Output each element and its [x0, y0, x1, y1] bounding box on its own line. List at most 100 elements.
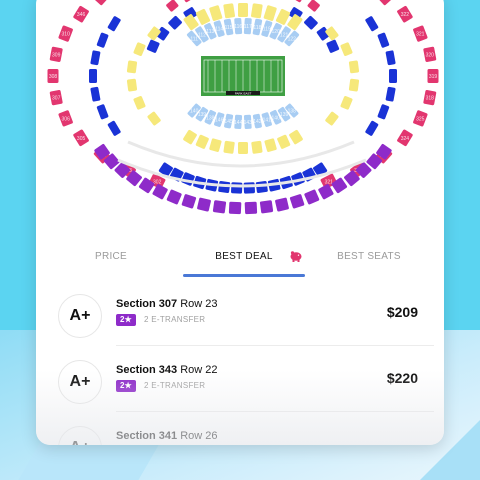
seat-section[interactable] [264, 138, 277, 152]
listing-row[interactable]: A+ Section 307 Row 23 2★ 2 E-TRANSFER $2… [54, 286, 436, 350]
seat-section[interactable] [385, 86, 396, 102]
divider [116, 345, 434, 346]
seat-section[interactable] [365, 120, 379, 136]
section-number: 320 [426, 52, 435, 58]
seat-section[interactable] [275, 197, 289, 212]
seat-section[interactable] [377, 32, 390, 48]
section-number: 141 [263, 118, 272, 124]
seat-section[interactable] [197, 197, 211, 212]
seat-section[interactable] [389, 69, 397, 83]
section-number: 305 [77, 136, 86, 142]
stadium-map[interactable]: 3023033043053063073083093103463483023033… [36, 0, 444, 230]
section-number: 139 [280, 112, 289, 118]
seat-grade: A+ [58, 360, 102, 404]
seat-section[interactable] [303, 15, 318, 30]
seat-section[interactable] [133, 42, 146, 57]
seat-section[interactable] [277, 134, 291, 149]
section-label: Section 307 [116, 298, 178, 310]
app-card: 3023033043053063073083093103463483023033… [36, 0, 444, 445]
seat-section[interactable] [259, 200, 274, 214]
seat-section[interactable] [133, 95, 146, 111]
seat-section[interactable] [183, 129, 198, 145]
seat-section[interactable] [96, 32, 109, 48]
seat-section[interactable] [223, 3, 236, 19]
seat-section[interactable] [181, 194, 197, 209]
section-number: 140 [190, 109, 199, 115]
seat-section[interactable] [340, 42, 353, 57]
seat-section[interactable] [244, 201, 258, 215]
seat-section[interactable] [195, 134, 209, 149]
section-number: 308 [49, 74, 58, 80]
section-number: 309 [52, 52, 61, 58]
seat-section[interactable] [147, 111, 161, 126]
tab-best-seats[interactable]: BEST SEATS [323, 242, 415, 272]
seat-section[interactable] [223, 140, 235, 154]
tab-best-deal[interactable]: BEST DEAL [183, 242, 305, 272]
seat-section[interactable] [238, 3, 248, 17]
listing-location: Section 307 Row 23 [116, 298, 218, 310]
seat-section[interactable] [325, 111, 339, 126]
section-number: 319 [429, 74, 438, 80]
seat-section[interactable] [289, 194, 305, 209]
section-number: 143 [244, 120, 253, 126]
seat-section[interactable] [212, 200, 227, 214]
section-number: 112 [198, 32, 206, 38]
section-number: 322 [401, 12, 410, 18]
row-label: Row 22 [180, 364, 218, 376]
seat-section[interactable] [96, 104, 109, 120]
row-label: Row 23 [180, 298, 218, 310]
seat-section[interactable] [166, 189, 182, 205]
seat-section[interactable] [126, 60, 138, 74]
seat-section[interactable] [209, 5, 223, 21]
seat-section[interactable] [304, 189, 320, 205]
seat-section[interactable] [348, 60, 360, 74]
seat-section[interactable] [90, 86, 101, 102]
listing-row[interactable]: A+ Section 343 Row 22 2★ 2 E-TRANSFER $2… [54, 352, 436, 416]
seat-section[interactable] [147, 26, 161, 41]
tab-price[interactable]: PRICE [56, 242, 166, 272]
section-number: 119 [263, 27, 271, 33]
seat-section[interactable] [385, 50, 396, 66]
seat-section[interactable] [238, 142, 248, 154]
seat-grade: A+ [58, 426, 102, 445]
seat-section[interactable] [340, 95, 353, 111]
listing-row[interactable]: A+ Section 341 Row 26 [54, 418, 436, 445]
section-number: 324 [401, 136, 410, 142]
seat-section[interactable] [377, 104, 390, 120]
section-number: 348 [98, 0, 107, 1]
seat-section[interactable] [89, 69, 97, 83]
quantity-badge: 2★ [116, 380, 136, 392]
seat-section[interactable] [307, 0, 320, 12]
seat-section[interactable] [146, 39, 160, 53]
seat-section[interactable] [209, 138, 222, 152]
seat-section[interactable] [107, 120, 121, 136]
listing-price: $220 [386, 370, 418, 386]
seat-section[interactable] [243, 182, 255, 194]
seat-section[interactable] [181, 0, 195, 3]
seat-section[interactable] [325, 26, 339, 41]
seat-section[interactable] [166, 0, 179, 12]
seat-section[interactable] [289, 129, 304, 145]
background-shape [18, 440, 162, 480]
seat-section[interactable] [348, 78, 360, 92]
section-number: 140 [272, 115, 281, 121]
section-number: 138 [288, 109, 297, 115]
section-number: 113 [206, 29, 214, 35]
seat-section[interactable] [263, 5, 277, 21]
seat-section[interactable] [168, 15, 183, 30]
section-number: 145 [224, 119, 233, 125]
seat-section[interactable] [291, 0, 305, 3]
seat-section[interactable] [90, 50, 101, 66]
seat-section[interactable] [365, 16, 379, 32]
section-number: 321 [416, 32, 425, 38]
seat-section[interactable] [107, 16, 121, 32]
seat-section[interactable] [126, 78, 138, 92]
seat-section[interactable] [231, 182, 243, 194]
seat-section[interactable] [326, 39, 340, 53]
sort-tabs: PRICE BEST DEAL BEST SEATS [36, 242, 444, 278]
seat-section[interactable] [250, 3, 263, 19]
seat-section[interactable] [228, 201, 242, 215]
seat-section[interactable] [251, 140, 263, 154]
section-label: Section 343 [116, 364, 178, 376]
section-number: 146 [215, 118, 224, 124]
